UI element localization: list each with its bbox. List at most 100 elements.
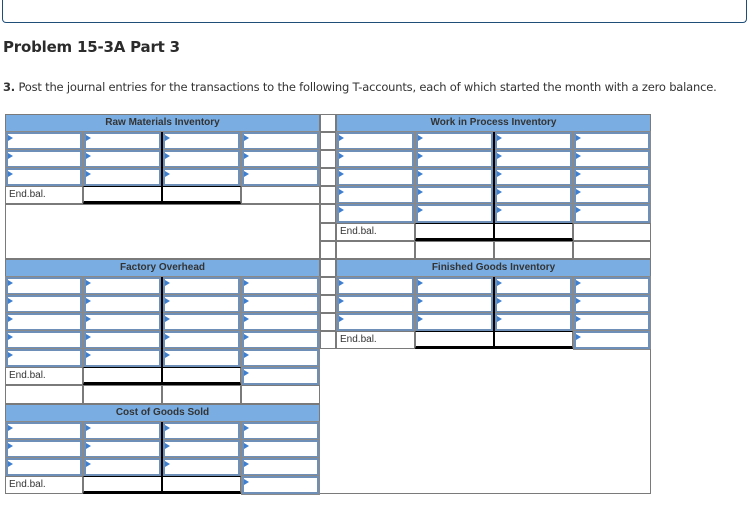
work-in-process-debit-input[interactable] — [415, 203, 494, 224]
finished-goods-date-right-input[interactable] — [573, 293, 651, 315]
blank-cell — [336, 240, 415, 259]
work-in-process-debit-input[interactable] — [415, 185, 494, 206]
factory-overhead-debit-input[interactable] — [83, 348, 162, 369]
raw-materials-date-right-input[interactable] — [241, 149, 320, 170]
factory-overhead-date-input[interactable] — [5, 312, 83, 333]
cost-of-goods-sold-end-balance-debit[interactable] — [83, 475, 162, 494]
factory-overhead-credit-input[interactable] — [162, 312, 241, 333]
factory-overhead-date-input[interactable] — [5, 348, 83, 369]
factory-overhead-date-right-input[interactable] — [241, 275, 320, 296]
blank-spacer — [5, 204, 320, 259]
finished-goods-credit-input[interactable] — [494, 312, 573, 333]
factory-overhead-credit-input[interactable] — [162, 293, 241, 315]
factory-overhead-end-balance-label: End.bal. — [5, 367, 83, 386]
work-in-process-date-right-input[interactable] — [573, 185, 651, 206]
finished-goods-date-right-input[interactable] — [573, 312, 651, 333]
cost-of-goods-sold-end-balance-date-input[interactable] — [241, 474, 320, 495]
finished-goods-credit-input[interactable] — [494, 275, 573, 296]
t-accounts-grid: Raw Materials Inventory End.bal. Factory O… — [5, 114, 651, 495]
factory-overhead-date-right-input[interactable] — [241, 312, 320, 333]
cost-of-goods-sold-t-divider — [161, 421, 163, 494]
raw-materials-date-right-input[interactable] — [241, 167, 320, 188]
work-in-process-debit-input[interactable] — [415, 149, 494, 170]
raw-materials-credit-input[interactable] — [162, 131, 241, 152]
finished-goods-date-right-input[interactable] — [573, 275, 651, 296]
work-in-process-date-right-input[interactable] — [573, 131, 651, 152]
work-in-process-debit-input[interactable] — [415, 167, 494, 188]
finished-goods-date-input[interactable] — [336, 312, 415, 333]
raw-materials-date-input[interactable] — [5, 131, 83, 152]
raw-materials-end-balance-credit[interactable] — [162, 186, 241, 205]
cost-of-goods-sold-date-input[interactable] — [5, 420, 83, 441]
cost-of-goods-sold-date-right-input[interactable] — [241, 456, 320, 477]
factory-overhead-credit-input[interactable] — [162, 275, 241, 296]
work-in-process-date-input[interactable] — [336, 203, 415, 224]
work-in-process-date-right-input[interactable] — [573, 167, 651, 188]
work-in-process-end-balance-credit[interactable] — [494, 222, 573, 241]
work-in-process-credit-input[interactable] — [494, 131, 573, 152]
factory-overhead-debit-input[interactable] — [83, 275, 162, 296]
cost-of-goods-sold-date-right-input[interactable] — [241, 420, 320, 441]
cost-of-goods-sold-date-input[interactable] — [5, 456, 83, 477]
separator-cell — [320, 168, 336, 187]
cost-of-goods-sold-credit-input[interactable] — [162, 438, 241, 459]
cost-of-goods-sold-credit-input[interactable] — [162, 420, 241, 441]
raw-materials-end-balance-debit[interactable] — [83, 186, 162, 205]
factory-overhead-debit-input[interactable] — [83, 293, 162, 315]
raw-materials-debit-input[interactable] — [83, 149, 162, 170]
factory-overhead-date-right-input[interactable] — [241, 293, 320, 315]
work-in-process-credit-input[interactable] — [494, 167, 573, 188]
finished-goods-debit-input[interactable] — [415, 312, 494, 333]
raw-materials-debit-input[interactable] — [83, 131, 162, 152]
cost-of-goods-sold-debit-input[interactable] — [83, 420, 162, 441]
finished-goods-credit-input[interactable] — [494, 293, 573, 315]
finished-goods-date-input[interactable] — [336, 275, 415, 296]
finished-goods-end-balance-debit[interactable] — [415, 331, 494, 350]
finished-goods-end-balance-credit[interactable] — [494, 331, 573, 350]
factory-overhead-credit-input[interactable] — [162, 348, 241, 369]
factory-overhead-date-input[interactable] — [5, 330, 83, 351]
work-in-process-credit-input[interactable] — [494, 203, 573, 224]
factory-overhead-end-balance-date-input[interactable] — [241, 366, 320, 387]
separator-cell — [320, 186, 336, 205]
raw-materials-debit-input[interactable] — [83, 167, 162, 188]
work-in-process-end-balance-label: End.bal. — [336, 222, 415, 241]
cost-of-goods-sold-credit-input[interactable] — [162, 456, 241, 477]
work-in-process-date-right-input[interactable] — [573, 203, 651, 224]
work-in-process-date-input[interactable] — [336, 185, 415, 206]
work-in-process-credit-input[interactable] — [494, 149, 573, 170]
work-in-process-date-right-input[interactable] — [573, 149, 651, 170]
cost-of-goods-sold-date-input[interactable] — [5, 438, 83, 459]
factory-overhead-date-input[interactable] — [5, 275, 83, 296]
separator-cell — [320, 240, 336, 259]
cost-of-goods-sold-end-balance-credit[interactable] — [162, 475, 241, 494]
work-in-process-date-input[interactable] — [336, 167, 415, 188]
finished-goods-debit-input[interactable] — [415, 275, 494, 296]
finished-goods-end-balance-date-input[interactable] — [573, 330, 651, 351]
factory-overhead-end-balance-debit[interactable] — [83, 367, 162, 386]
finished-goods-debit-input[interactable] — [415, 293, 494, 315]
factory-overhead-date-right-input[interactable] — [241, 348, 320, 369]
factory-overhead-end-balance-credit[interactable] — [162, 367, 241, 386]
cost-of-goods-sold-date-right-input[interactable] — [241, 438, 320, 459]
factory-overhead-debit-input[interactable] — [83, 330, 162, 351]
finished-goods-date-input[interactable] — [336, 293, 415, 315]
factory-overhead-date-input[interactable] — [5, 293, 83, 315]
work-in-process-date-input[interactable] — [336, 149, 415, 170]
factory-overhead-date-right-input[interactable] — [241, 330, 320, 351]
cost-of-goods-sold-header: Cost of Goods Sold — [5, 403, 320, 422]
factory-overhead-credit-input[interactable] — [162, 330, 241, 351]
raw-materials-credit-input[interactable] — [162, 149, 241, 170]
cost-of-goods-sold-debit-input[interactable] — [83, 456, 162, 477]
factory-overhead-debit-input[interactable] — [83, 312, 162, 333]
work-in-process-debit-input[interactable] — [415, 131, 494, 152]
cost-of-goods-sold-debit-input[interactable] — [83, 438, 162, 459]
raw-materials-date-input[interactable] — [5, 149, 83, 170]
raw-materials-date-right-input[interactable] — [241, 131, 320, 152]
separator-cell — [320, 313, 336, 332]
raw-materials-credit-input[interactable] — [162, 167, 241, 188]
work-in-process-date-input[interactable] — [336, 131, 415, 152]
work-in-process-credit-input[interactable] — [494, 185, 573, 206]
work-in-process-end-balance-debit[interactable] — [415, 222, 494, 241]
raw-materials-date-input[interactable] — [5, 167, 83, 188]
